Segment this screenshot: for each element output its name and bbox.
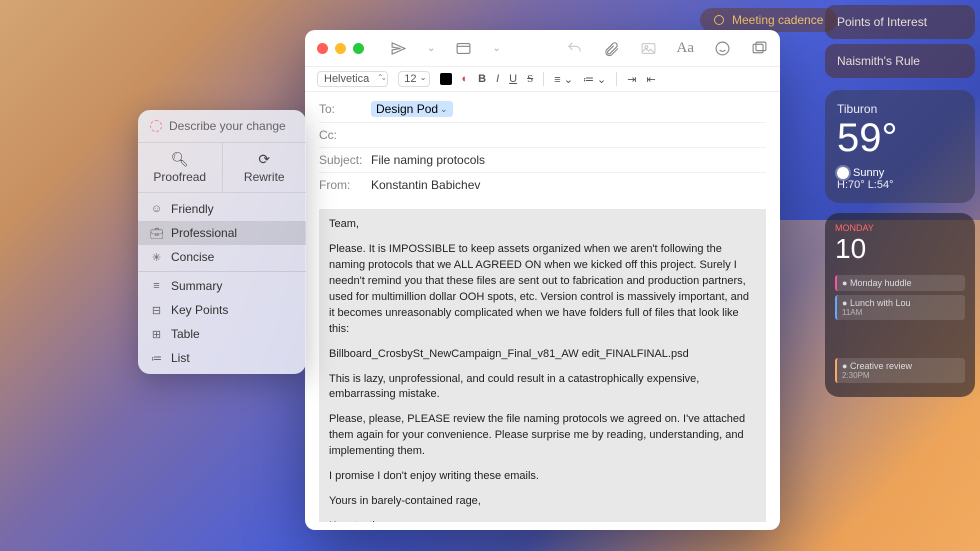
font-select[interactable]: Helvetica xyxy=(317,71,388,87)
keypoints-icon: ⊟ xyxy=(150,304,163,317)
lines-icon: ≡ xyxy=(150,280,163,292)
poi-widget-row[interactable]: Points of Interest xyxy=(825,5,975,39)
action-list[interactable]: ≔List xyxy=(138,346,306,370)
header-fields-icon[interactable] xyxy=(455,40,472,57)
align-button[interactable]: ≡ ⌄ xyxy=(554,73,573,86)
action-table[interactable]: ⊞Table xyxy=(138,322,306,346)
weather-condition: Sunny xyxy=(837,167,963,179)
format-bar: Helvetica 12 ◐ B I U S ≡ ⌄ ≔ ⌄ ⇥ ⇤ xyxy=(305,66,780,92)
message-body[interactable]: Team, Please. It is IMPOSSIBLE to keep a… xyxy=(319,209,766,522)
asterisk-icon: ✳︎ xyxy=(150,251,163,264)
weather-hilo: H:70° L:54° xyxy=(837,179,963,191)
close-icon[interactable] xyxy=(317,43,328,54)
photo-icon[interactable] xyxy=(640,40,657,57)
rewrite-button[interactable]: ⟳Rewrite xyxy=(223,143,307,192)
magnify-icon: 🔍︎ xyxy=(138,151,222,168)
naismith-widget-row[interactable]: Naismith's Rule xyxy=(825,44,975,78)
color-picker-icon[interactable]: ◐ xyxy=(462,73,469,85)
calendar-dom: 10 xyxy=(835,233,965,265)
subject-field[interactable]: File naming protocols xyxy=(371,153,485,167)
emoji-icon[interactable] xyxy=(714,40,731,57)
zoom-icon[interactable] xyxy=(353,43,364,54)
list-icon: ≔ xyxy=(150,352,163,365)
pill-label: Meeting cadence xyxy=(732,13,823,27)
mail-compose-window: ⌄ ⌄ Aa Helvetica 12 ◐ B I U S ≡ ⌄ ≔ ⌄ ⇥ … xyxy=(305,30,780,530)
refresh-icon: ⟳ xyxy=(223,151,307,168)
list-button[interactable]: ≔ ⌄ xyxy=(583,73,606,86)
writing-tools-popup: Describe your change 🔍︎Proofread ⟳Rewrit… xyxy=(138,110,306,374)
calendar-dow: MONDAY xyxy=(835,223,965,233)
action-keypoints[interactable]: ⊟Key Points xyxy=(138,298,306,322)
widget-column: Points of Interest Naismith's Rule Tibur… xyxy=(825,0,975,397)
weather-location: Tiburon xyxy=(837,102,963,116)
recipient-token[interactable]: Design Pod xyxy=(371,101,453,117)
smile-icon: ☺ xyxy=(150,203,163,215)
calendar-widget[interactable]: MONDAY 10 ● Monday huddle ● Lunch with L… xyxy=(825,213,975,397)
window-titlebar: ⌄ ⌄ Aa xyxy=(305,30,780,66)
from-field[interactable]: Konstantin Babichev xyxy=(371,178,480,192)
writing-prompt-row[interactable]: Describe your change xyxy=(138,110,306,142)
cal-event[interactable]: ● Creative review2:30PM xyxy=(835,358,965,383)
cc-label: Cc: xyxy=(319,128,371,142)
action-summary[interactable]: ≡Summary xyxy=(138,274,306,298)
color-swatch[interactable] xyxy=(440,73,452,85)
mail-headers: To:Design Pod Cc: Subject:File naming pr… xyxy=(305,92,780,201)
proofread-button[interactable]: 🔍︎Proofread xyxy=(138,143,223,192)
cal-event[interactable]: ● Monday huddle xyxy=(835,275,965,291)
send-icon[interactable] xyxy=(390,40,407,57)
circle-icon xyxy=(714,15,724,25)
attach-icon[interactable] xyxy=(603,40,620,57)
briefcase-icon: 💼︎ xyxy=(150,227,163,240)
table-icon: ⊞ xyxy=(150,328,163,341)
chevron-down-icon[interactable]: ⌄ xyxy=(492,43,500,54)
strike-button[interactable]: S xyxy=(527,73,533,85)
indent-left-icon[interactable]: ⇤ xyxy=(646,73,655,86)
to-label: To: xyxy=(319,102,371,116)
tone-friendly[interactable]: ☺Friendly xyxy=(138,197,306,221)
weather-widget[interactable]: Tiburon 59° Sunny H:70° L:54° xyxy=(825,90,975,203)
cal-event[interactable]: ● Lunch with Lou11AM xyxy=(835,295,965,320)
photos-browser-icon[interactable] xyxy=(751,40,768,57)
sparkle-icon xyxy=(150,120,162,132)
minimize-icon[interactable] xyxy=(335,43,346,54)
from-label: From: xyxy=(319,178,371,192)
underline-button[interactable]: U xyxy=(509,73,517,85)
sun-icon xyxy=(837,167,849,179)
traffic-lights[interactable] xyxy=(317,43,364,54)
tone-professional[interactable]: 💼︎Professional xyxy=(138,221,306,245)
bold-button[interactable]: B xyxy=(478,73,486,85)
reply-icon[interactable] xyxy=(566,40,583,57)
indent-right-icon[interactable]: ⇥ xyxy=(627,73,636,86)
meeting-cadence-pill[interactable]: Meeting cadence xyxy=(700,8,837,32)
size-select[interactable]: 12 xyxy=(398,71,429,87)
italic-button[interactable]: I xyxy=(496,73,499,85)
weather-temp: 59° xyxy=(837,116,963,161)
format-icon[interactable]: Aa xyxy=(677,40,695,57)
subject-label: Subject: xyxy=(319,153,371,167)
tone-concise[interactable]: ✳︎Concise xyxy=(138,245,306,269)
chevron-down-icon[interactable]: ⌄ xyxy=(427,43,435,54)
